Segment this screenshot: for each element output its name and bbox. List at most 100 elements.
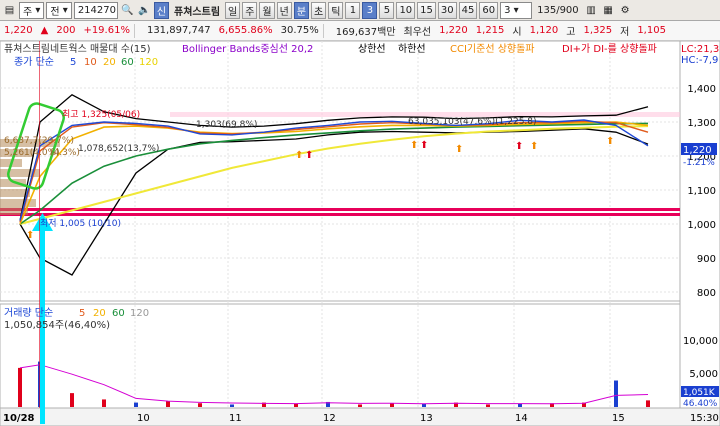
legend-ma10[interactable]: 10: [84, 57, 97, 68]
interval-btn-3-label: 3: [366, 4, 374, 16]
period-btn-week-label: 주: [245, 6, 255, 18]
period-btn-day-label: 일: [228, 6, 238, 18]
period-select[interactable]: 전 ▾: [46, 1, 72, 19]
tick-btn-minute[interactable]: 분: [293, 1, 310, 19]
interval-select-value: 3: [504, 4, 511, 16]
high-value: 1,325: [583, 25, 613, 36]
period-btn-year-label: 년: [279, 6, 289, 18]
period-btn-month[interactable]: 월: [259, 1, 275, 19]
volume-bar: [102, 399, 106, 407]
legend-ma20[interactable]: 20: [103, 57, 116, 68]
period-btn-day[interactable]: 일: [225, 1, 241, 19]
x-tick: 10/28: [3, 413, 35, 424]
legend-vma60[interactable]: 60: [112, 308, 125, 319]
stock-name: 퓨쳐스트림: [171, 2, 223, 19]
volume-bar: [518, 403, 522, 407]
interval-btn-10-label: 10: [399, 4, 413, 16]
tick-btn-second[interactable]: 초: [311, 1, 327, 19]
hc-value: HC:-7,9: [681, 55, 718, 66]
period-btn-year[interactable]: 년: [276, 1, 292, 19]
annot-mid: 1,303(69.8%): [196, 120, 257, 130]
interval-btn-5[interactable]: 5: [379, 1, 395, 19]
change-pct: +19.61%: [83, 25, 130, 36]
volume-bar: [134, 402, 138, 407]
tick-btn-tick-label: 틱: [331, 6, 341, 18]
signal-arrow: ⬆: [305, 150, 313, 161]
change-icon: ▲: [40, 25, 49, 36]
y-tick: 1,400: [687, 84, 716, 95]
period-btn-week[interactable]: 주: [242, 1, 258, 19]
signal-arrow: ⬆: [26, 230, 34, 241]
volume-value: 131,897,747: [146, 25, 211, 36]
interval-btn-30[interactable]: 30: [437, 1, 457, 19]
search-icon[interactable]: 🔍: [120, 3, 135, 18]
legend-bb-upper[interactable]: 상한선: [358, 43, 386, 55]
new-badge: 신: [153, 1, 170, 19]
volume-label[interactable]: 거래량 단순: [4, 307, 53, 319]
interval-select[interactable]: 3 ▾: [500, 1, 533, 19]
open-value: 1,120: [529, 25, 559, 36]
legend-bb-lower[interactable]: 하한선: [398, 42, 426, 55]
volume-bar: [166, 401, 170, 407]
tick-btn-minute-label: 분: [296, 6, 307, 18]
chart-area[interactable]: ⬆ ⬆ ⬆ ⬆ ⬆ ⬆ ⬆ ⬆ ⬆ 퓨쳐스트림네트웍스 매물대 수(15) Bo…: [0, 41, 720, 426]
price-panel: [0, 41, 681, 302]
volume-pct: 6,655.86%: [218, 25, 273, 36]
divider: [133, 23, 143, 38]
volume-bar: [294, 403, 298, 407]
interval-btn-15[interactable]: 15: [417, 1, 436, 19]
support-line-top: [0, 208, 680, 211]
legend-ma5[interactable]: 5: [70, 57, 76, 68]
vol-y-tick: 5,000: [689, 369, 718, 380]
interval-btn-3[interactable]: 3: [362, 1, 378, 19]
legend-vma5[interactable]: 5: [79, 308, 85, 319]
y-tick: 1,100: [687, 186, 716, 197]
change-value: 200: [56, 25, 76, 36]
legend-bollinger[interactable]: Bollinger Bands중심선 20,2: [182, 43, 313, 55]
code-value: 214270: [77, 4, 116, 16]
interval-btn-10[interactable]: 10: [396, 1, 416, 19]
legend-vma20[interactable]: 20: [93, 308, 106, 319]
menu-icon[interactable]: ▤: [2, 3, 17, 18]
x-tick: 14: [515, 413, 528, 424]
legend-ma60[interactable]: 60: [121, 57, 134, 68]
y-tick: 1,300: [687, 118, 716, 129]
signal-arrow: ⬆: [455, 144, 463, 155]
volume-tag-value: 1,051K: [683, 388, 716, 398]
gear-icon[interactable]: ⚙: [618, 3, 633, 18]
annot-high: 최고 1,325(05/06): [62, 109, 140, 120]
signal-arrow: ⬆: [295, 150, 303, 161]
x-tick: 11: [229, 413, 242, 424]
x-tick: 10: [137, 413, 150, 424]
open-label: 시: [512, 27, 522, 38]
tick-btn-tick[interactable]: 틱: [328, 1, 344, 19]
interval-btn-45[interactable]: 45: [458, 1, 478, 19]
annot-vol4: (4.3%): [50, 148, 80, 158]
volume-bar: [18, 367, 22, 407]
legend-vma120[interactable]: 120: [130, 308, 149, 319]
annot-vol1: 6,637,7(29.7%): [4, 136, 74, 146]
x-tick: 12: [323, 413, 336, 424]
market-select[interactable]: 주 ▾: [19, 1, 45, 19]
best-label: 최우선: [403, 27, 432, 38]
interval-btn-1[interactable]: 1: [345, 1, 361, 19]
volume-bar: [198, 403, 202, 407]
legend-ma120[interactable]: 120: [139, 57, 158, 68]
volume-bar: [614, 380, 618, 407]
sound-icon[interactable]: 🔈: [137, 3, 152, 18]
legend-ma-label[interactable]: 종가 단순: [14, 56, 54, 68]
price-tag-pct: -1.21%: [683, 158, 715, 168]
grid-icon[interactable]: ▦: [601, 3, 616, 18]
quote-bar: 1,220 ▲ 200 +19.61% 131,897,747 6,655.86…: [0, 21, 720, 41]
divider: [322, 23, 332, 38]
legend-dmi[interactable]: DI+가 DI-를 상향돌파: [562, 43, 657, 55]
chart-icon[interactable]: ▥: [584, 3, 599, 18]
volume-bar: [358, 404, 362, 407]
volume-tag-pct: 46.40%: [683, 399, 718, 409]
interval-btn-60[interactable]: 60: [479, 1, 499, 19]
volume-bar: [486, 404, 490, 407]
code-input[interactable]: 214270: [73, 1, 118, 19]
legend-cci[interactable]: CCI기준선 상향돌파: [450, 43, 535, 55]
current-price: 1,220: [4, 25, 33, 36]
price-tag-value: 1,220: [683, 145, 712, 156]
